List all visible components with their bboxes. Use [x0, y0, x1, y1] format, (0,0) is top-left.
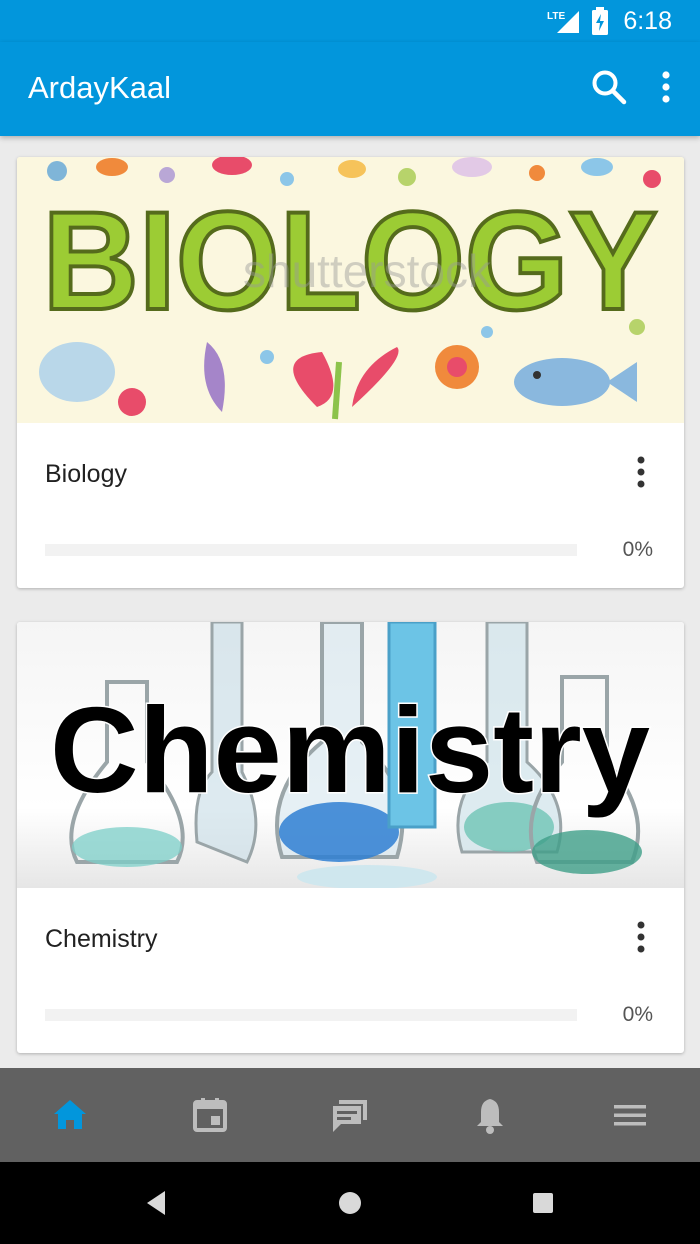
- home-circle-icon[interactable]: [337, 1190, 363, 1216]
- status-time: 6:18: [623, 6, 672, 35]
- home-icon[interactable]: [47, 1092, 93, 1138]
- bell-icon[interactable]: [467, 1092, 513, 1138]
- course-progress-bar: [45, 544, 577, 556]
- status-icons: LTE 6:18: [547, 6, 672, 36]
- status-bar: LTE 6:18: [0, 0, 700, 42]
- course-title: Chemistry: [45, 925, 158, 953]
- course-progress-bar: [45, 1009, 577, 1021]
- search-icon[interactable]: [588, 66, 632, 110]
- recents-icon[interactable]: [531, 1191, 555, 1215]
- app-title: ArdayKaal: [28, 70, 172, 105]
- course-title: Biology: [45, 460, 127, 488]
- overflow-menu-icon[interactable]: [648, 66, 684, 110]
- chat-icon[interactable]: [327, 1092, 373, 1138]
- progress-label: 0%: [622, 538, 653, 561]
- network-type: LTE: [547, 11, 565, 22]
- chemistry-image-text: Chemistry: [50, 682, 650, 818]
- watermark-text: shutterstock: [243, 245, 492, 297]
- system-navigation-bar: [0, 1162, 700, 1244]
- lte-signal-icon: LTE: [547, 11, 580, 33]
- battery-charging-icon: [592, 7, 609, 35]
- chemistry-cover-image: Chemistry: [17, 622, 684, 888]
- back-icon[interactable]: [143, 1189, 169, 1217]
- calendar-icon[interactable]: [187, 1092, 233, 1138]
- card-more-icon[interactable]: [626, 918, 656, 958]
- card-more-icon[interactable]: [626, 453, 656, 493]
- app-bar: ArdayKaal: [0, 42, 700, 136]
- course-card-chemistry[interactable]: Chemistry Chemistry 0%: [17, 622, 684, 1053]
- course-card-biology[interactable]: BIOLOGY shutterstock Biology 0%: [17, 157, 684, 588]
- bottom-navigation: [0, 1068, 700, 1162]
- biology-illustration: BIOLOGY shutterstock: [17, 157, 684, 423]
- progress-label: 0%: [622, 1003, 653, 1026]
- biology-cover-image: BIOLOGY shutterstock: [17, 157, 684, 423]
- menu-icon[interactable]: [607, 1092, 653, 1138]
- chemistry-illustration: Chemistry: [17, 622, 684, 888]
